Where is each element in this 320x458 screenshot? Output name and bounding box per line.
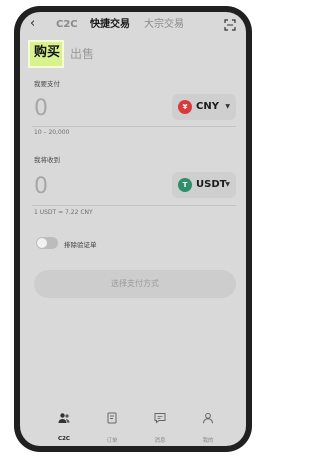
receive-label: 我将收到 — [34, 156, 60, 164]
pay-currency-select[interactable]: ¥ CNY ▼ — [172, 94, 236, 120]
exclude-verification-toggle[interactable] — [36, 237, 58, 249]
sell-tab[interactable]: 出售 — [70, 47, 94, 61]
back-icon[interactable]: ‹ — [30, 17, 44, 31]
bottom-nav-label: 订单 — [106, 438, 118, 444]
cny-icon: ¥ — [178, 100, 192, 114]
pay-label: 我要支付 — [34, 80, 60, 88]
divider — [32, 205, 236, 206]
buy-tab[interactable]: 购买 — [34, 45, 60, 61]
receive-currency-select[interactable]: T USDT ▼ — [172, 172, 236, 198]
pay-range: 10 – 20,000 — [34, 129, 70, 136]
receive-currency-name: USDT — [196, 179, 227, 190]
chevron-down-icon: ▼ — [225, 103, 230, 110]
usdt-icon: T — [178, 178, 192, 192]
message-icon — [154, 413, 166, 424]
tab-quick-trade[interactable]: 快捷交易 — [90, 19, 130, 31]
bottom-nav-messages[interactable]: 消息 — [140, 406, 180, 446]
bottom-nav-orders[interactable]: 订单 — [92, 406, 132, 446]
pay-currency-name: CNY — [196, 101, 219, 112]
divider — [32, 126, 236, 127]
receive-amount-row: 0 T USDT ▼ — [32, 172, 236, 202]
tab-block-trade[interactable]: 大宗交易 — [144, 19, 184, 31]
chevron-down-icon: ▼ — [225, 181, 230, 188]
bottom-nav-label: 消息 — [154, 438, 166, 444]
app-screen: ‹ C2C 快捷交易 大宗交易 购买 出售 我要支付 0 ¥ CNY ▼ 10 … — [20, 12, 246, 446]
exchange-rate: 1 USDT ≈ 7.22 CNY — [34, 209, 93, 216]
exclude-verification-label: 排除验证单 — [64, 241, 97, 249]
top-navigation: ‹ C2C 快捷交易 大宗交易 — [20, 12, 246, 38]
bottom-nav-c2c[interactable]: C2C — [44, 406, 84, 446]
bottom-nav-profile[interactable]: 我的 — [188, 406, 228, 446]
toggle-knob — [37, 238, 47, 248]
pay-amount-input[interactable]: 0 — [34, 96, 48, 122]
bottom-navigation: C2C 订单 消息 我的 — [36, 406, 230, 446]
pay-amount-row: 0 ¥ CNY ▼ — [32, 94, 236, 124]
scan-icon[interactable] — [224, 19, 236, 31]
receive-amount-input[interactable]: 0 — [34, 174, 48, 200]
select-payment-button[interactable]: 选择支付方式 — [34, 270, 236, 298]
users-icon — [58, 413, 70, 423]
order-icon — [107, 412, 117, 424]
bottom-nav-label: 我的 — [202, 438, 214, 444]
bottom-nav-label: C2C — [58, 436, 70, 442]
profile-icon — [203, 412, 213, 424]
tab-c2c[interactable]: C2C — [56, 19, 78, 31]
